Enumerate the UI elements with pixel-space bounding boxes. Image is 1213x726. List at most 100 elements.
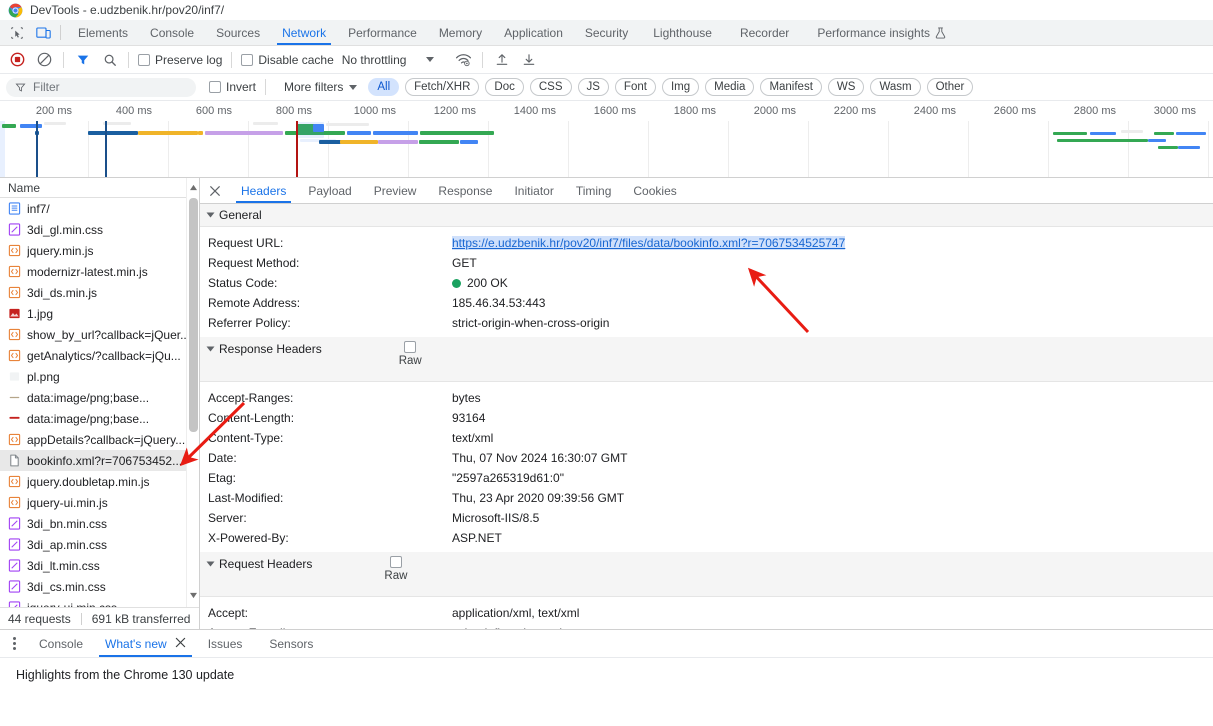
preserve-log-label: Preserve log (155, 52, 223, 67)
request-row-bookinfo-xml[interactable]: bookinfo.xml?r=706753452... (0, 450, 199, 471)
request-row-data-image-png-2[interactable]: data:image/png;base... (0, 408, 199, 429)
chip-css[interactable]: CSS (529, 78, 572, 96)
filter-input[interactable]: Filter (6, 77, 196, 97)
toolbar-divider (63, 51, 64, 68)
request-row-1-jpg[interactable]: 1.jpg (0, 303, 199, 324)
chip-all[interactable]: All (368, 78, 400, 96)
chip-label: JS (586, 81, 600, 93)
chip-ws[interactable]: WS (827, 78, 865, 96)
data-uri-icon (8, 412, 21, 425)
drawer-tab-sensors[interactable]: Sensors (253, 630, 329, 657)
detail-tab-payload[interactable]: Payload (297, 178, 362, 203)
request-row-show-by-url[interactable]: show_by_url?callback=jQuer... (0, 324, 199, 345)
chip-img[interactable]: Img (661, 78, 700, 96)
request-row-modernizr-latest-min-js[interactable]: modernizr-latest.min.js (0, 261, 199, 282)
overview-request-bar (1158, 146, 1178, 149)
throttling-dropdown[interactable]: No throttling (338, 53, 439, 67)
request-row-jquery-ui-min-js[interactable]: jquery-ui.min.js (0, 492, 199, 513)
tab-security[interactable]: Security (574, 20, 639, 45)
request-name: pl.png (27, 369, 60, 384)
request-headers-section-header[interactable]: Request Headers Raw (200, 552, 1213, 597)
scrollbar-thumb[interactable] (189, 198, 198, 432)
request-name: modernizr-latest.min.js (27, 264, 148, 279)
clear-icon[interactable] (31, 47, 58, 73)
script-file-icon (8, 244, 21, 257)
request-row-3di-lt-css[interactable]: 3di_lt.min.css (0, 555, 199, 576)
drawer-tab-issues[interactable]: Issues (197, 630, 254, 657)
tab-memory[interactable]: Memory (428, 20, 493, 45)
invert-checkbox[interactable]: Invert (209, 80, 256, 94)
scroll-down-arrow-icon[interactable] (187, 589, 200, 602)
request-row-appdetails[interactable]: appDetails?callback=jQuery... (0, 429, 199, 450)
preserve-log-checkbox[interactable]: Preserve log (134, 53, 226, 67)
tab-sources[interactable]: Sources (205, 20, 271, 45)
request-row-3di-gl-css[interactable]: 3di_gl.min.css (0, 219, 199, 240)
request-row-data-image-png-1[interactable]: data:image/png;base... (0, 387, 199, 408)
scroll-up-arrow-icon[interactable] (187, 181, 200, 194)
request-row-3di-ap-css[interactable]: 3di_ap.min.css (0, 534, 199, 555)
request-row-3di-bn-css[interactable]: 3di_bn.min.css (0, 513, 199, 534)
tab-elements[interactable]: Elements (67, 20, 139, 45)
chip-other[interactable]: Other (926, 78, 974, 96)
resource-type-chips: All Fetch/XHR Doc CSS JS Font Img Media … (368, 78, 974, 96)
tab-performance-insights[interactable]: Performance insights (803, 20, 960, 45)
response-headers-raw-toggle[interactable]: Raw (399, 341, 422, 367)
chip-media[interactable]: Media (705, 78, 755, 96)
response-header-row: Etag: "2597a265319d61:0" (200, 468, 1213, 488)
detail-tab-headers[interactable]: Headers (230, 178, 297, 203)
tab-label: Sources (216, 25, 261, 40)
chip-font[interactable]: Font (614, 78, 656, 96)
more-filters-dropdown[interactable]: More filters (284, 80, 358, 94)
request-row-pl-png[interactable]: pl.png (0, 366, 199, 387)
detail-tab-preview[interactable]: Preview (363, 178, 428, 203)
chip-doc[interactable]: Doc (485, 78, 524, 96)
request-row-3di-ds-min-js[interactable]: 3di_ds.min.js (0, 282, 199, 303)
general-section-header[interactable]: General (200, 204, 1213, 227)
drawer-tab-whats-new[interactable]: What's new (94, 630, 197, 657)
import-har-icon[interactable] (488, 47, 515, 73)
tab-network[interactable]: Network (271, 20, 337, 45)
detail-tab-cookies[interactable]: Cookies (622, 178, 687, 203)
drawer-tab-console[interactable]: Console (28, 630, 94, 657)
tab-performance[interactable]: Performance (337, 20, 428, 45)
tab-application[interactable]: Application (493, 20, 574, 45)
chip-wasm[interactable]: Wasm (870, 78, 921, 96)
network-overview-timeline[interactable]: 200 ms 400 ms 600 ms 800 ms 1000 ms 1200… (0, 101, 1213, 178)
export-har-icon[interactable] (515, 47, 542, 73)
filter-funnel-icon[interactable] (69, 47, 96, 73)
request-url-link[interactable]: https://e.udzbenik.hr/pov20/inf7/files/d… (452, 236, 846, 250)
device-toolbar-icon[interactable] (30, 20, 56, 45)
tab-lighthouse[interactable]: Lighthouse (639, 20, 726, 45)
search-icon[interactable] (96, 47, 123, 73)
row-key: Date: (208, 451, 237, 465)
detail-tab-response[interactable]: Response (427, 178, 503, 203)
response-headers-section-header[interactable]: Response Headers Raw (200, 337, 1213, 382)
general-row-request-method: Request Method: GET (200, 253, 1213, 273)
inspect-element-icon[interactable] (4, 20, 30, 45)
close-icon[interactable] (175, 637, 186, 651)
disable-cache-checkbox[interactable]: Disable cache (237, 53, 337, 67)
overview-tick: 1600 ms (593, 105, 636, 117)
requests-column-header[interactable]: Name (0, 178, 199, 198)
chip-manifest[interactable]: Manifest (760, 78, 822, 96)
chip-js[interactable]: JS (577, 78, 609, 96)
request-row-jquery-doubletap[interactable]: jquery.doubletap.min.js (0, 471, 199, 492)
request-headers-raw-toggle[interactable]: Raw (384, 556, 407, 582)
record-stop-icon[interactable] (4, 47, 31, 73)
detail-tab-timing[interactable]: Timing (565, 178, 623, 203)
tab-recorder[interactable]: Recorder (726, 20, 803, 45)
request-row-getanalytics[interactable]: getAnalytics/?callback=jQu... (0, 345, 199, 366)
chip-fetch-xhr[interactable]: Fetch/XHR (405, 78, 480, 96)
request-row-3di-cs-css[interactable]: 3di_cs.min.css (0, 576, 199, 597)
tab-console[interactable]: Console (139, 20, 205, 45)
wifi-settings-icon[interactable] (450, 47, 477, 73)
more-options-icon[interactable] (0, 630, 28, 657)
requests-list-scrollbar[interactable] (186, 178, 199, 629)
detail-tab-initiator[interactable]: Initiator (503, 178, 564, 203)
request-row-inf7[interactable]: inf7/ (0, 198, 199, 219)
requests-list[interactable]: inf7/ 3di_gl.min.css jquery.min.js moder… (0, 198, 199, 629)
request-name: data:image/png;base... (27, 411, 150, 426)
request-row-jquery-min-js[interactable]: jquery.min.js (0, 240, 199, 261)
overview-selection-shade (0, 121, 5, 177)
close-detail-icon[interactable] (200, 178, 230, 203)
